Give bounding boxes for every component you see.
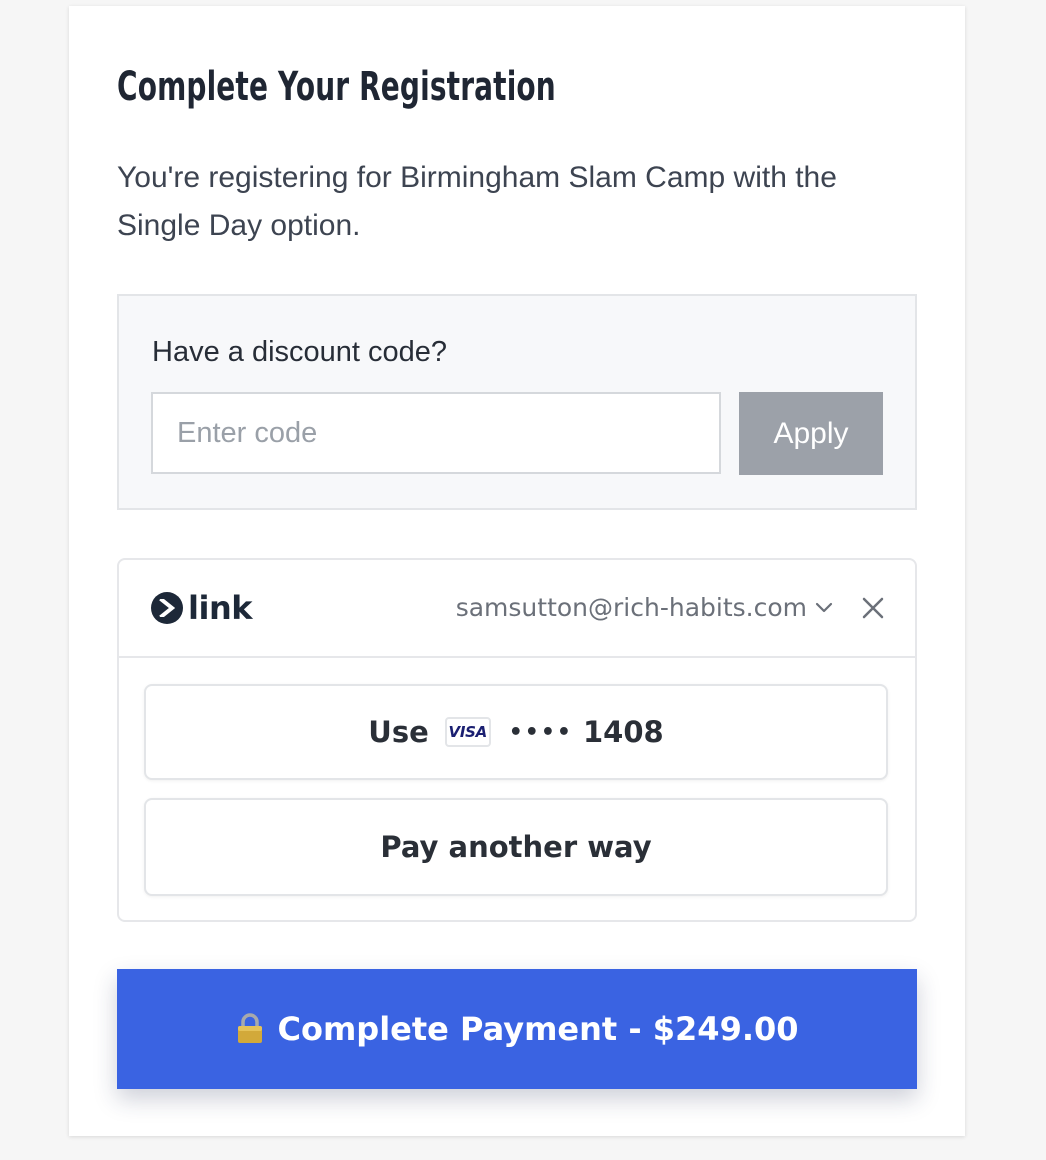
- link-payment-panel: link samsutton@rich-habits.com Use VISA …: [117, 558, 917, 922]
- card-number-mask: ••••: [508, 719, 573, 745]
- lock-icon: [235, 1013, 265, 1045]
- link-logo-text: link: [188, 589, 253, 627]
- link-arrow-icon: [151, 592, 183, 624]
- chevron-down-icon: [815, 602, 833, 613]
- discount-section: Have a discount code? Apply: [117, 294, 917, 510]
- discount-label: Have a discount code?: [152, 336, 448, 368]
- link-header: link samsutton@rich-habits.com: [119, 560, 915, 658]
- pay-another-way-button[interactable]: Pay another way: [144, 798, 888, 896]
- link-email: samsutton@rich-habits.com: [455, 593, 807, 622]
- use-label: Use: [368, 715, 429, 749]
- card-last4: 1408: [583, 715, 664, 749]
- close-icon[interactable]: [859, 594, 887, 622]
- complete-payment-label: Complete Payment - $249.00: [277, 1010, 799, 1048]
- pay-another-label: Pay another way: [380, 830, 652, 864]
- complete-payment-button[interactable]: Complete Payment - $249.00: [117, 969, 917, 1089]
- registration-description: You're registering for Birmingham Slam C…: [117, 161, 837, 242]
- page-title: Complete Your Registration: [117, 64, 556, 110]
- use-saved-card-button[interactable]: Use VISA •••• 1408: [144, 684, 888, 780]
- apply-button[interactable]: Apply: [739, 392, 883, 475]
- registration-card: Complete Your Registration You're regist…: [69, 6, 965, 1136]
- link-account-dropdown[interactable]: samsutton@rich-habits.com: [456, 592, 833, 624]
- discount-code-input[interactable]: [151, 392, 721, 474]
- visa-card-icon: VISA: [444, 717, 491, 747]
- link-logo: link: [151, 589, 253, 627]
